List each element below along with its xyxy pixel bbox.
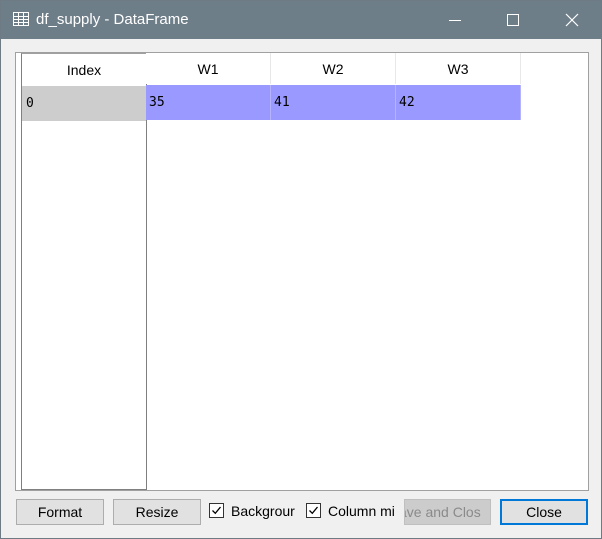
window-close-button[interactable] (549, 1, 595, 39)
table-cell[interactable]: 42 (396, 85, 521, 120)
table-cell[interactable]: 41 (271, 85, 396, 120)
close-button[interactable]: Close (500, 499, 588, 525)
save-and-close-button[interactable]: ave and Clos (404, 499, 491, 525)
title-bar[interactable]: df_supply - DataFrame (1, 1, 601, 39)
checkbox-checked-icon (209, 503, 224, 518)
minimize-icon (449, 20, 461, 21)
index-header[interactable]: Index (22, 54, 146, 85)
save-and-close-label: ave and Clos (404, 504, 481, 520)
index-cell[interactable]: 0 (22, 86, 146, 121)
table-cell[interactable]: 35 (146, 85, 271, 120)
checkbox-label: Backgrour (231, 503, 295, 519)
maximize-icon (507, 14, 519, 26)
dataframe-window: df_supply - DataFrame Index 0 W1 W2 W3 3… (0, 0, 602, 539)
checkbox-label: Column mi (328, 503, 395, 519)
format-button[interactable]: Format (16, 499, 104, 525)
column-min-width-checkbox[interactable]: Column mi (306, 502, 396, 522)
dataframe-table[interactable]: Index 0 W1 W2 W3 35 41 42 (15, 52, 589, 491)
background-color-checkbox[interactable]: Backgrour (209, 502, 299, 522)
table-icon (13, 12, 29, 26)
resize-button[interactable]: Resize (113, 499, 201, 525)
maximize-button[interactable] (490, 1, 536, 39)
column-header-w3[interactable]: W3 (396, 53, 521, 84)
index-column: Index 0 (21, 53, 147, 490)
checkbox-checked-icon (306, 503, 321, 518)
minimize-button[interactable] (432, 1, 478, 39)
close-icon (565, 13, 579, 27)
window-title: df_supply - DataFrame (36, 11, 189, 28)
column-header-w1[interactable]: W1 (146, 53, 271, 84)
column-header-w2[interactable]: W2 (271, 53, 396, 84)
